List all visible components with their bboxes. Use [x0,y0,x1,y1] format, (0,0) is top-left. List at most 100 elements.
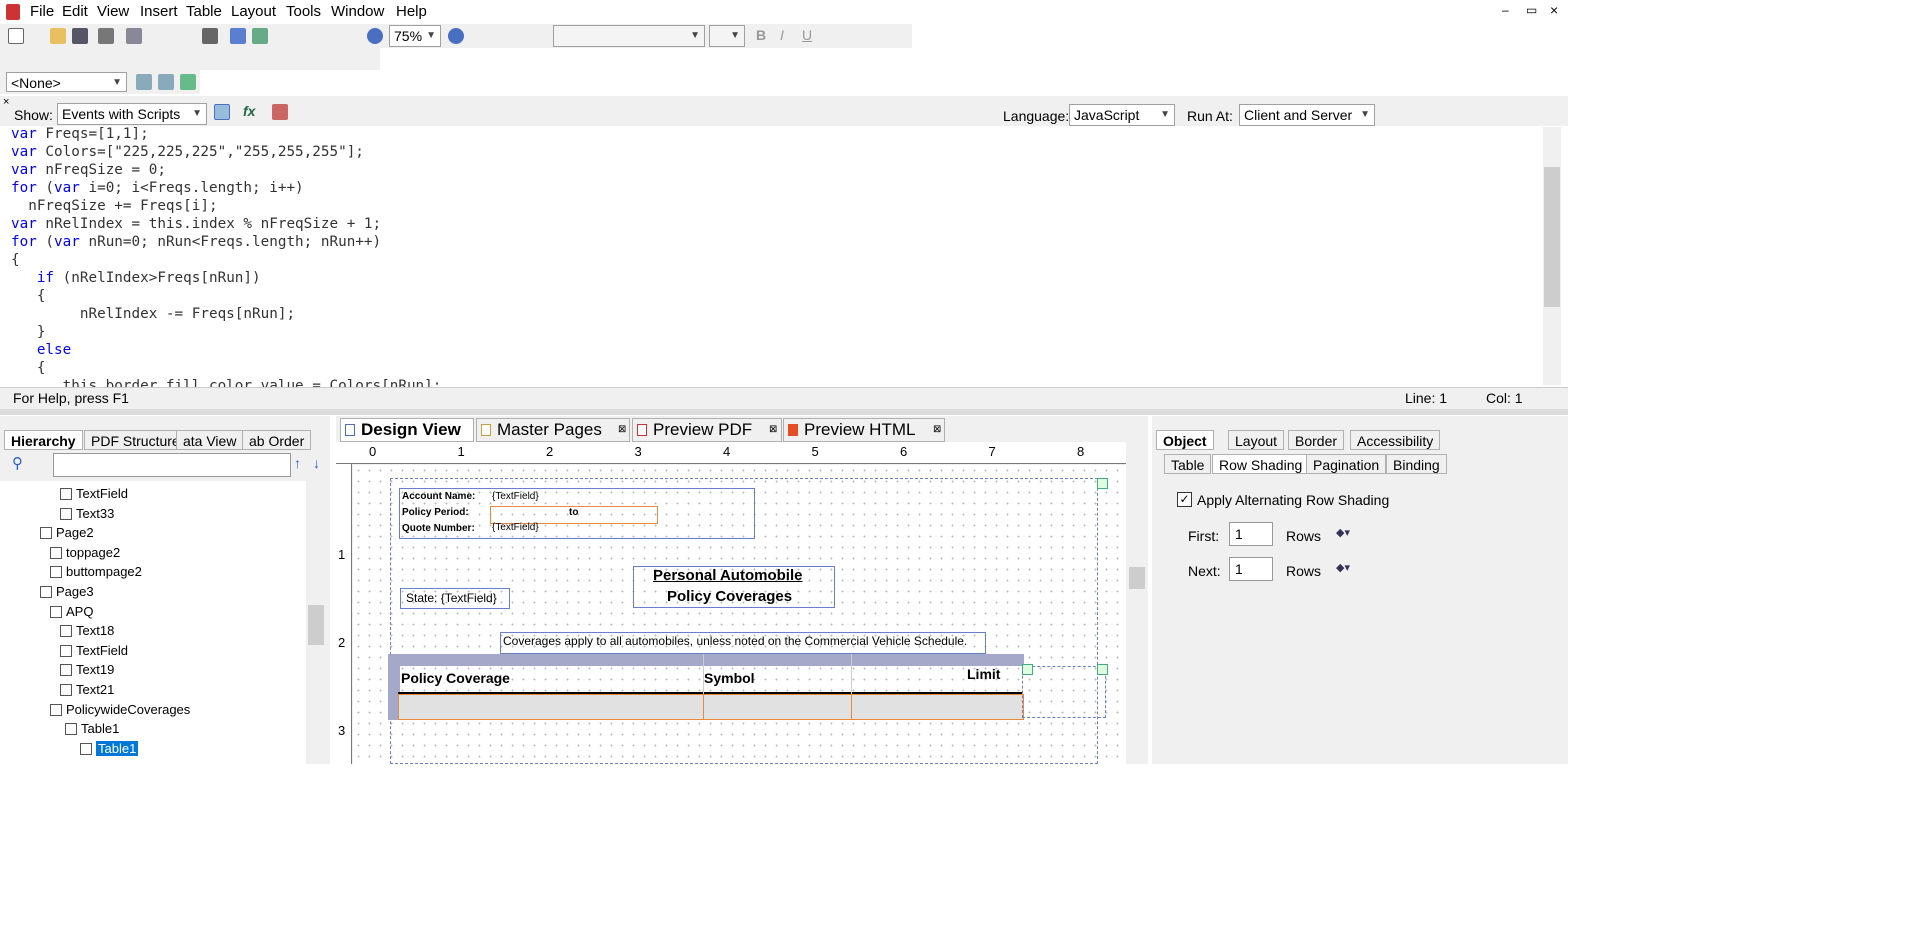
code-line[interactable]: { [11,251,1541,269]
close-icon[interactable]: × [3,96,9,108]
tree-item[interactable]: Table1 [65,721,119,736]
code-line[interactable]: for (var i=0; i<Freqs.length; i++) [11,179,1541,197]
language-select[interactable]: JavaScript ▼ [1069,104,1175,126]
tab-border[interactable]: Border [1288,430,1345,450]
tab-layout[interactable]: Layout [1228,430,1285,450]
functions-icon[interactable]: fx [243,103,255,119]
tab-design-view[interactable]: Design View [340,418,474,442]
restore-button[interactable]: ▭ [1526,3,1537,17]
runat-select[interactable]: Client and Server ▼ [1239,104,1375,126]
close-button[interactable]: × [1550,2,1558,18]
code-line[interactable]: nFreqSize += Freqs[i]; [11,197,1541,215]
table-header-band[interactable] [388,654,1024,666]
grid-icon[interactable] [230,28,246,44]
tree-item[interactable]: buttompage2 [50,564,142,579]
minimize-button[interactable]: – [1502,3,1509,17]
code-line[interactable]: for (var nRun=0; nRun<Freqs.length; nRun… [11,233,1541,251]
apply-shading-checkbox[interactable]: ✓ [1177,492,1192,507]
table-body-row[interactable] [398,694,1024,720]
tree-item[interactable]: Text18 [60,623,114,638]
arrow-up-icon[interactable]: ↑ [294,455,301,471]
tab-table[interactable]: Table [1164,454,1212,474]
snap-grid-icon[interactable] [252,28,268,44]
script-code-area[interactable]: var Freqs=[1,1]; var Colors=["225,225,225… [11,125,1541,387]
subform-select[interactable]: <None> ▼ [6,72,127,92]
col-header-limit[interactable]: Limit [967,666,1000,682]
splitter[interactable] [0,409,1568,415]
tab-row-shading[interactable]: Row Shading [1212,454,1310,474]
code-line[interactable]: { [11,359,1541,377]
menu-tools[interactable]: Tools [286,3,321,20]
menu-view[interactable]: View [97,3,129,20]
menu-layout[interactable]: Layout [231,3,276,20]
tree-scrollbar-thumb[interactable] [308,605,324,645]
form-title-line2[interactable]: Policy Coverages [667,588,792,605]
state-field[interactable]: State: {TextField} [400,588,510,609]
form-title-line1[interactable]: Personal Automobile [653,567,802,584]
menu-insert[interactable]: Insert [140,3,178,20]
code-line[interactable]: var nFreqSize = 0; [11,161,1541,179]
insert-subform-icon[interactable] [136,74,152,90]
tab-binding[interactable]: Binding [1386,454,1447,474]
open-icon[interactable] [50,28,66,44]
menu-help[interactable]: Help [396,3,427,20]
canvas-scrollbar-thumb[interactable] [1129,567,1145,589]
add-page-icon[interactable] [158,74,174,90]
tab-hierarchy[interactable]: Hierarchy [4,430,83,450]
canvas-scrollbar[interactable] [1128,465,1146,764]
tree-item[interactable]: Text19 [60,662,114,677]
first-color-picker[interactable]: ◆▾ [1336,526,1362,540]
tree-item[interactable]: Page3 [40,584,94,599]
tree-item[interactable]: toppage2 [50,545,120,560]
save-icon[interactable] [72,28,88,44]
code-line[interactable]: var nRelIndex = this.index % nFreqSize +… [11,215,1541,233]
tree-item[interactable]: APQ [50,604,93,619]
code-line[interactable]: var Freqs=[1,1]; [11,125,1541,143]
apply-shading-label[interactable]: Apply Alternating Row Shading [1197,492,1389,508]
code-line[interactable]: var Colors=["225,225,225","255,255,255"]… [11,143,1541,161]
col-header-policy-coverage[interactable]: Policy Coverage [401,670,510,686]
tab-preview-html[interactable]: Preview HTML [783,418,945,442]
tree-item[interactable]: Table1 [80,740,139,756]
policy-period-to[interactable]: to [569,507,578,518]
hierarchy-search-input[interactable] [53,453,291,477]
tab-pagination[interactable]: Pagination [1306,454,1387,474]
account-name-field[interactable]: {TextField} [492,491,539,502]
tree-item[interactable]: Text21 [60,682,114,697]
code-line[interactable]: nRelIndex -= Freqs[nRun]; [11,305,1541,323]
email-icon[interactable] [126,28,142,44]
print-icon[interactable] [98,28,114,44]
zoom-in-icon[interactable] [448,28,464,44]
close-preview-pdf-icon[interactable]: ⊠ [769,424,777,435]
wrap-subform-icon[interactable] [180,74,196,90]
tree-item[interactable]: Text33 [60,506,114,521]
code-scrollbar-thumb[interactable] [1544,167,1560,307]
coverages-note[interactable]: Coverages apply to all automobiles, unle… [500,632,986,654]
tab-pdf-structure[interactable]: PDF Structure [84,430,187,450]
next-color-picker[interactable]: ◆▾ [1336,561,1362,575]
tab-data-view[interactable]: ata View [176,430,244,450]
tab-object[interactable]: Object [1156,430,1214,450]
policy-period-label[interactable]: Policy Period: [402,507,469,518]
find-icon[interactable] [202,28,218,44]
tab-accessibility[interactable]: Accessibility [1350,430,1441,450]
code-line[interactable]: { [11,287,1541,305]
menu-window[interactable]: Window [331,3,384,20]
tab-tab-order[interactable]: ab Order [242,430,312,450]
first-rows-input[interactable]: 1 [1229,522,1273,546]
check-syntax-icon[interactable] [272,104,288,120]
col-header-symbol[interactable]: Symbol [704,670,755,686]
code-line[interactable]: if (nRelIndex>Freqs[nRun]) [11,269,1541,287]
tree-scrollbar[interactable] [307,481,325,764]
menu-edit[interactable]: Edit [62,3,88,20]
new-icon[interactable] [8,28,24,44]
show-select[interactable]: Events with Scripts ▼ [57,103,207,125]
quote-number-label[interactable]: Quote Number: [402,523,475,534]
code-scrollbar[interactable] [1543,127,1561,385]
account-name-label[interactable]: Account Name: [402,491,475,502]
zoom-out-icon[interactable] [367,28,383,44]
quote-number-field[interactable]: {TextField} [492,522,539,533]
tab-preview-pdf[interactable]: Preview PDF [632,418,782,442]
tab-master-pages[interactable]: Master Pages [476,418,630,442]
list-events-icon[interactable] [214,104,230,120]
